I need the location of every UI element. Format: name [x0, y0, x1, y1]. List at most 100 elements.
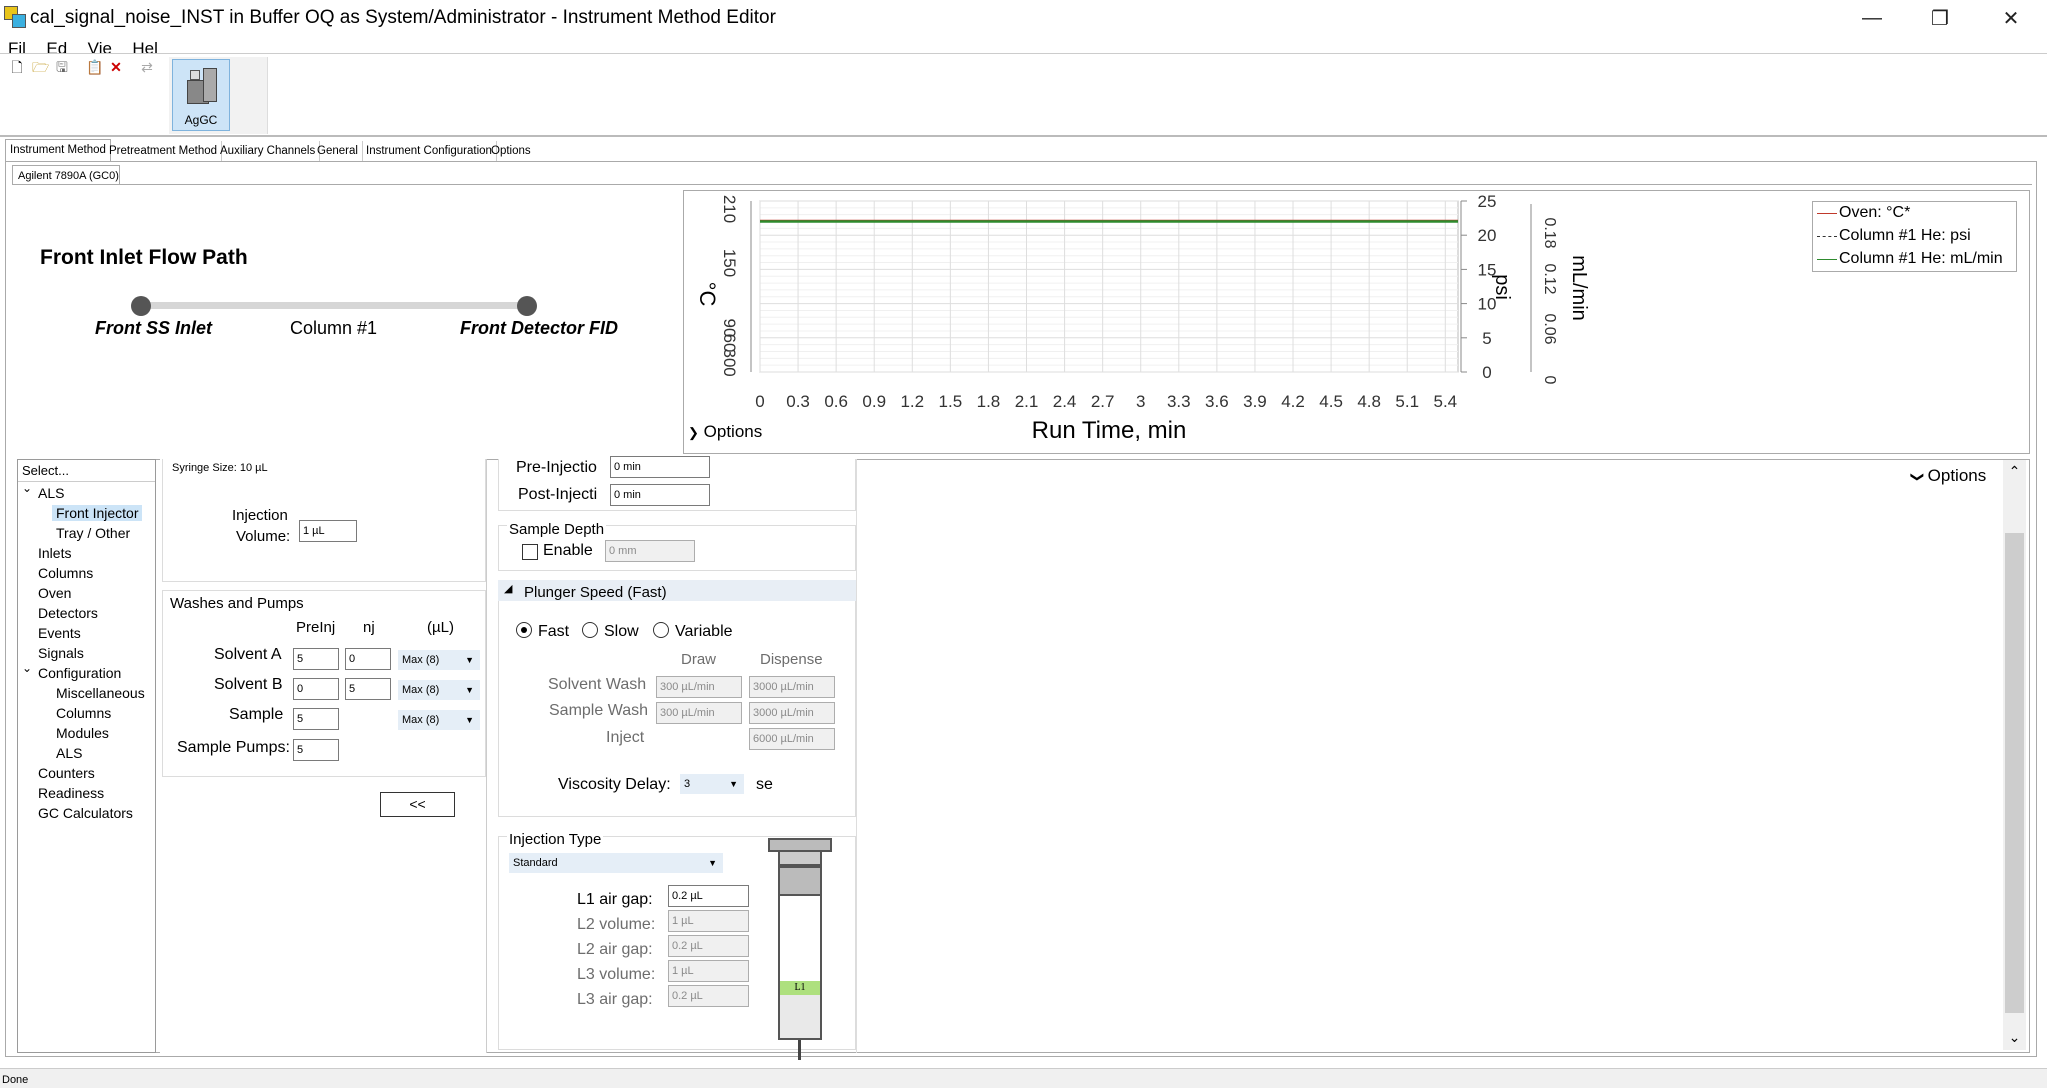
tree-item[interactable]: GC Calculators	[38, 805, 133, 821]
front-detector-fid-label[interactable]: Front Detector FID	[460, 318, 618, 339]
l2-volume-field[interactable]: 1 µL	[668, 910, 749, 932]
tree-item[interactable]: Events	[38, 625, 81, 641]
expand-arrow-icon[interactable]: ⌄	[22, 481, 32, 495]
delete-icon[interactable]: ✕	[108, 59, 124, 75]
solvent-b-pre[interactable]: 0	[293, 678, 339, 700]
sample-max-select[interactable]: Max (8) ▼	[398, 710, 480, 730]
vertical-scrollbar[interactable]: ⌃ ⌄	[2003, 460, 2026, 1050]
tree-item[interactable]: Columns	[56, 705, 111, 721]
l2-air-gap-field[interactable]: 0.2 µL	[668, 935, 749, 957]
refresh-icon[interactable]: ⇄	[139, 59, 155, 75]
minimize-button[interactable]: —	[1842, 2, 1902, 34]
enable-checkbox[interactable]	[522, 544, 538, 560]
tree-item[interactable]: Counters	[38, 765, 95, 781]
psi-tick-label: 5	[1482, 329, 1491, 348]
tree-item[interactable]: Tray / Other	[56, 525, 130, 541]
tab-general[interactable]: General	[313, 141, 363, 161]
left-tick-label: 210	[720, 195, 739, 223]
save-icon[interactable]: 🖫	[54, 59, 70, 75]
post-injection-field[interactable]: 0 min	[610, 484, 710, 506]
paste-icon[interactable]: 📋	[86, 59, 103, 75]
syringe-icon: L1	[765, 838, 835, 1060]
tree-item[interactable]: Signals	[38, 645, 84, 661]
fast-radio[interactable]: Fast	[516, 622, 569, 641]
instrument-button[interactable]: AgGC	[172, 59, 230, 131]
x-tick-label: 4.2	[1281, 392, 1305, 411]
chart-options-toggle[interactable]: ❯︎ Options	[688, 422, 762, 442]
tab-pretreatment-method[interactable]: Pretreatment Method	[105, 141, 223, 161]
sample-pumps-field[interactable]: 5	[293, 739, 339, 761]
pre-injection-field[interactable]: 0 min	[610, 456, 710, 478]
tab-options[interactable]: Options	[487, 141, 535, 161]
fast-radio-icon	[516, 622, 532, 638]
tree-item[interactable]: Oven	[38, 585, 71, 601]
collapse-triangle-icon: ◢	[504, 583, 513, 595]
injection-volume-field[interactable]: 1 µL	[299, 520, 357, 542]
slow-radio-icon	[582, 622, 598, 638]
new-icon[interactable]: 🗋	[9, 59, 25, 75]
inject-dispense[interactable]: 6000 µL/min	[749, 728, 835, 750]
draw-header: Draw	[681, 651, 717, 668]
sample-wash-draw[interactable]: 300 µL/min	[656, 702, 742, 724]
solvent-b-max-value: Max (8)	[402, 684, 440, 696]
close-button[interactable]: ✕	[1981, 2, 2041, 34]
solvent-wash-dispense[interactable]: 3000 µL/min	[749, 676, 835, 698]
solvent-b-post[interactable]: 5	[345, 678, 391, 700]
left-axis-label: °C	[695, 282, 720, 307]
open-icon[interactable]: 🗁	[32, 59, 49, 75]
front-ss-inlet-label[interactable]: Front SS Inlet	[95, 318, 212, 339]
scroll-up-icon[interactable]: ⌃	[2003, 460, 2026, 482]
tree-item[interactable]: Miscellaneous	[56, 685, 145, 701]
viscosity-delay-select[interactable]: 3 ▼	[680, 774, 744, 794]
scroll-down-icon[interactable]: ⌄	[2003, 1026, 2026, 1048]
scrollbar-thumb[interactable]	[2005, 533, 2024, 1013]
l2-air-gap-label: L2 air gap:	[577, 941, 653, 958]
sample-depth-field[interactable]: 0 mm	[605, 540, 695, 562]
right-options-toggle[interactable]: ❯ Options	[1910, 466, 1986, 486]
l1-air-gap-field[interactable]: 0.2 µL	[668, 885, 749, 907]
menu-file[interactable]: Fil	[8, 39, 26, 53]
tab-agilent-7890a[interactable]: Agilent 7890A (GC0)	[12, 165, 120, 185]
collapse-button[interactable]: <<	[380, 792, 455, 817]
plunger-title: Plunger Speed (Fast)	[524, 584, 667, 601]
tree-item[interactable]: Detectors	[38, 605, 98, 621]
sample-pre[interactable]: 5	[293, 708, 339, 730]
menu-help[interactable]: Hel	[132, 39, 158, 53]
menu-view[interactable]: Vie	[88, 39, 112, 53]
injection-type-select[interactable]: Standard ▼	[509, 853, 723, 873]
l3-volume-field[interactable]: 1 µL	[668, 960, 749, 982]
tree-item[interactable]: Modules	[56, 725, 109, 741]
tab-auxiliary-channels[interactable]: Auxiliary Channels	[216, 141, 321, 161]
menu-edit[interactable]: Ed	[46, 39, 67, 53]
tree-select-header[interactable]: Select...	[18, 460, 155, 482]
tree-item[interactable]: Readiness	[38, 785, 104, 801]
tree-item[interactable]: ⌄ ALS	[22, 481, 65, 501]
column-1-label[interactable]: Column #1	[290, 318, 377, 339]
instrument-label: AgGC	[184, 113, 218, 127]
expand-arrow-icon[interactable]: ⌄	[22, 661, 32, 675]
solvent-b-max-select[interactable]: Max (8) ▼	[398, 680, 480, 700]
dropdown-arrow-icon: ▼	[465, 655, 474, 665]
syringe-l1-label: L1	[780, 981, 820, 995]
l3-air-gap-field[interactable]: 0.2 µL	[668, 985, 749, 1007]
tree-item[interactable]: ⌄ Configuration	[22, 661, 121, 681]
tree-item-label: Detectors	[38, 605, 98, 621]
tree-item[interactable]: Front Injector	[52, 505, 143, 521]
tab-instrument-configuration[interactable]: Instrument Configuration	[362, 141, 497, 161]
tree-item[interactable]: Columns	[38, 565, 93, 581]
tab-instrument-method[interactable]: Instrument Method	[5, 139, 111, 162]
sample-wash-dispense[interactable]: 3000 µL/min	[749, 702, 835, 724]
tree-item-label: ALS	[38, 485, 65, 501]
syringe-size-label: Syringe Size: 10 µL	[172, 462, 268, 474]
solvent-a-pre[interactable]: 5	[293, 648, 339, 670]
slow-radio[interactable]: Slow	[582, 622, 639, 641]
solvent-a-max-select[interactable]: Max (8) ▼	[398, 650, 480, 670]
tree-item[interactable]: Inlets	[38, 545, 71, 561]
solvent-a-post[interactable]: 0	[345, 648, 391, 670]
x-tick-label: 4.5	[1319, 392, 1343, 411]
tree-item[interactable]: ALS	[56, 745, 82, 761]
solvent-wash-draw[interactable]: 300 µL/min	[656, 676, 742, 698]
restore-button[interactable]: ❐	[1910, 2, 1970, 34]
variable-radio[interactable]: Variable	[653, 622, 733, 641]
injection-type-title: Injection Type	[507, 831, 604, 848]
